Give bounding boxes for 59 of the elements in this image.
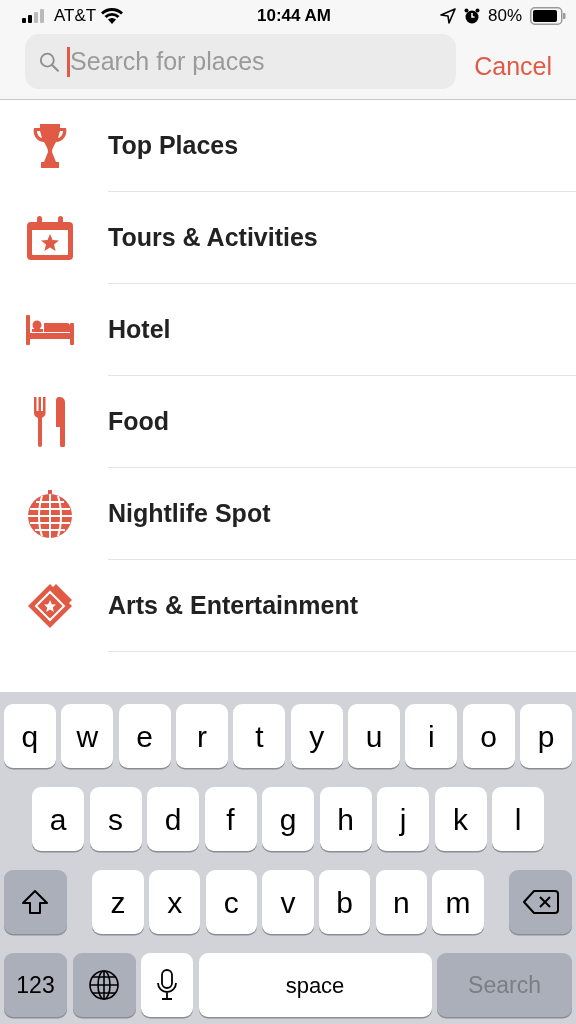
numbers-key[interactable]: 123 xyxy=(4,953,67,1017)
letter-key[interactable]: n xyxy=(375,870,427,934)
letter-key[interactable]: o xyxy=(462,704,515,768)
microphone-icon xyxy=(156,969,178,1001)
letter-key[interactable]: m xyxy=(432,870,484,934)
letter-key[interactable]: f xyxy=(204,787,257,851)
letter-key[interactable]: z xyxy=(92,870,144,934)
shift-key[interactable] xyxy=(4,870,67,934)
letter-key[interactable]: u xyxy=(348,704,400,768)
globe-icon xyxy=(88,969,120,1001)
letter-key[interactable]: b xyxy=(319,870,371,934)
letter-key[interactable]: k xyxy=(434,787,487,851)
category-label[interactable]: Nightlife Spot xyxy=(108,494,271,533)
battery-icon xyxy=(530,7,566,25)
category-label[interactable]: Arts & Entertainment xyxy=(108,586,359,625)
status-time: 10:44 AM xyxy=(257,5,331,28)
letter-key[interactable]: j xyxy=(377,787,429,851)
letter-key[interactable]: c xyxy=(205,870,257,934)
category-label[interactable]: Top Places xyxy=(108,126,239,165)
letter-key[interactable]: e xyxy=(118,704,171,768)
shift-arrow-icon xyxy=(21,888,50,916)
globe-key[interactable] xyxy=(72,953,136,1017)
calendar-star-icon xyxy=(27,216,73,260)
category-label[interactable]: Tours & Activities xyxy=(108,218,318,257)
category-label[interactable]: Food xyxy=(108,402,170,441)
letter-key[interactable]: x xyxy=(149,870,201,934)
disco-ball-icon xyxy=(27,490,73,538)
bed-icon xyxy=(26,315,74,345)
wifi-icon xyxy=(100,7,125,25)
letter-key[interactable]: s xyxy=(89,787,142,851)
letter-key[interactable]: g xyxy=(262,787,314,851)
letter-key[interactable]: w xyxy=(61,704,114,768)
letter-key[interactable]: y xyxy=(290,704,343,768)
letter-key[interactable]: i xyxy=(405,704,458,768)
letter-key[interactable]: p xyxy=(520,704,572,768)
letter-key[interactable]: d xyxy=(147,787,199,851)
letter-key[interactable]: a xyxy=(32,787,84,851)
backspace-icon xyxy=(522,889,559,915)
letter-key[interactable]: t xyxy=(233,704,286,768)
location-arrow-icon xyxy=(440,8,456,24)
alarm-icon xyxy=(464,8,480,24)
search-bar[interactable]: Search for places xyxy=(25,34,457,89)
search-icon xyxy=(39,50,60,73)
letter-key[interactable]: q xyxy=(4,704,56,768)
carrier-name: AT&T xyxy=(54,5,97,28)
letter-key[interactable]: v xyxy=(262,870,314,934)
search-field[interactable]: Search for places xyxy=(70,42,443,81)
fork-and-knife-icon xyxy=(34,397,66,447)
letter-key[interactable]: h xyxy=(319,787,372,851)
ticket-icon xyxy=(26,584,74,628)
letter-key[interactable]: l xyxy=(492,787,544,851)
text-cursor xyxy=(67,46,71,77)
space-key[interactable]: space xyxy=(198,953,432,1017)
battery-percent: 80% xyxy=(488,5,522,28)
microphone-key[interactable] xyxy=(141,953,193,1017)
trophy-icon xyxy=(32,124,68,168)
letter-key[interactable]: r xyxy=(176,704,228,768)
category-label[interactable]: Hotel xyxy=(108,310,171,349)
backspace-key[interactable] xyxy=(509,870,572,934)
